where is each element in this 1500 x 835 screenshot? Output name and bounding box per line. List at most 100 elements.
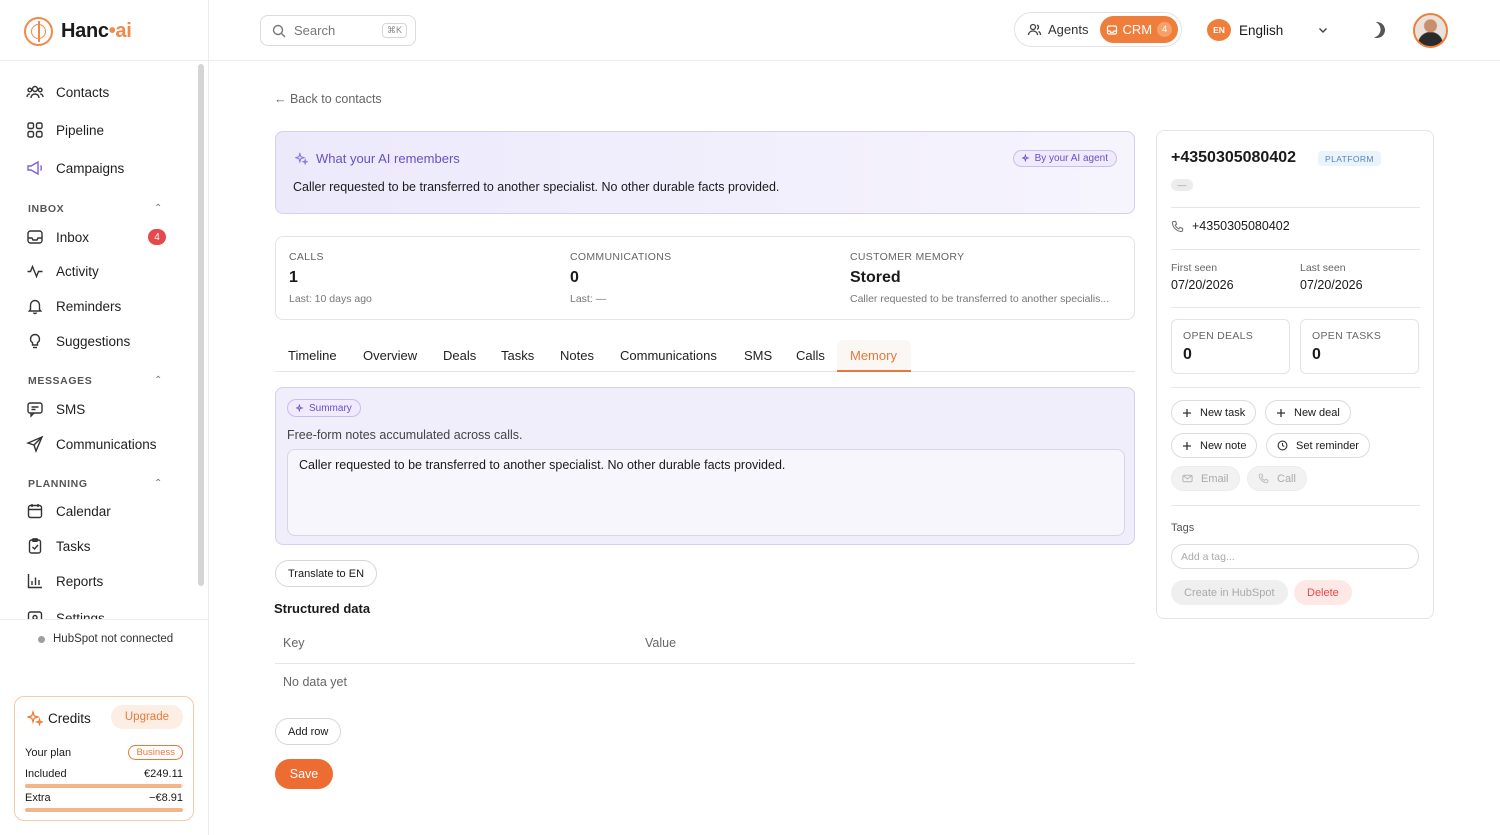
bell-icon <box>26 297 44 315</box>
sparkle-icon <box>1021 154 1031 163</box>
sidebar-item-label: Settings <box>56 610 105 620</box>
sidebar-item-label: Pipeline <box>56 122 105 138</box>
structured-data-table: Key Value No data yet <box>275 624 1135 689</box>
sidebar-item-reminders[interactable]: Reminders <box>26 295 121 317</box>
summary-textarea[interactable]: Caller requested to be transferred to an… <box>287 449 1125 536</box>
tab-notes[interactable]: Notes <box>560 348 594 363</box>
credits-title-text: Credits <box>48 710 91 726</box>
new-task-button[interactable]: New task <box>1171 400 1257 425</box>
email-button[interactable]: Email <box>1171 466 1240 491</box>
search-shortcut: ⌘K <box>381 23 407 38</box>
stat-communications: COMMUNICATIONS 0 Last: — <box>570 251 671 305</box>
ai-agent-badge-text: By your AI agent <box>1034 153 1108 164</box>
status-dot-icon <box>38 635 45 643</box>
save-button[interactable]: Save <box>275 759 333 789</box>
stat-value: Stored <box>850 269 901 286</box>
new-note-button[interactable]: New note <box>1171 433 1258 458</box>
tab-tasks[interactable]: Tasks <box>501 348 534 363</box>
bulb-icon <box>26 332 44 350</box>
ai-memory-title: What your AI remembers <box>295 151 460 166</box>
delete-button[interactable]: Delete <box>1294 580 1352 605</box>
sidebar-item-contacts[interactable]: Contacts <box>26 81 109 103</box>
chevron-down-icon <box>1317 24 1329 36</box>
new-deal-button[interactable]: New deal <box>1265 400 1351 425</box>
sparkle-icon <box>295 152 308 165</box>
sidebar-item-activity[interactable]: Activity <box>26 260 99 282</box>
ai-memory-title-text: What your AI remembers <box>316 151 460 166</box>
credits-title: Credits <box>27 710 91 726</box>
crm-button[interactable]: CRM 4 <box>1099 16 1178 43</box>
included-progress-fill <box>25 784 182 788</box>
crm-count-badge: 4 <box>1157 22 1173 37</box>
sidebar-item-label: Suggestions <box>56 333 131 349</box>
structured-data-title: Structured data <box>274 601 371 616</box>
collapse-planning-icon[interactable]: ⌃ <box>154 478 162 489</box>
ai-memory-card: What your AI remembers By your AI agent … <box>275 131 1135 214</box>
search-input[interactable]: Search ⌘K <box>260 15 416 46</box>
brand-logo[interactable]: Hanc•ai <box>24 16 132 46</box>
chart-icon <box>26 572 44 590</box>
language-select[interactable]: EN English <box>1207 19 1329 41</box>
sidebar-item-inbox[interactable]: Inbox <box>26 226 89 248</box>
divider <box>1171 249 1420 250</box>
tag-input[interactable]: Add a tag... <box>1171 544 1419 569</box>
sidebar-item-label: Contacts <box>56 84 110 100</box>
tab-calls[interactable]: Calls <box>796 348 825 363</box>
tab-timeline[interactable]: Timeline <box>288 348 337 363</box>
sidebar-item-settings[interactable]: Settings <box>26 607 105 619</box>
avatar[interactable] <box>1413 13 1448 48</box>
users-icon <box>1027 22 1042 37</box>
tab-communications[interactable]: Communications <box>620 348 717 363</box>
sidebar-item-campaigns[interactable]: Campaigns <box>26 157 124 179</box>
sidebar-item-pipeline[interactable]: Pipeline <box>26 119 104 141</box>
tab-memory[interactable]: Memory <box>850 348 897 363</box>
sidebar-item-label: Campaigns <box>56 160 125 176</box>
tab-sms[interactable]: SMS <box>744 348 772 363</box>
plan-badge: Business <box>128 745 183 760</box>
ai-memory-text: Caller requested to be transferred to an… <box>293 180 780 194</box>
tab-deals[interactable]: Deals <box>443 348 476 363</box>
add-row-button[interactable]: Add row <box>275 718 342 745</box>
create-in-hubspot-button[interactable]: Create in HubSpot <box>1171 580 1288 605</box>
agents-button[interactable]: Agents <box>1027 22 1100 37</box>
sidebar-item-sms[interactable]: SMS <box>26 398 85 420</box>
section-messages: MESSAGES <box>28 375 93 387</box>
summary-badge-text: Summary <box>309 402 352 414</box>
section-planning: PLANNING <box>28 478 88 490</box>
agents-label: Agents <box>1048 22 1089 37</box>
sidebar-item-calendar[interactable]: Calendar <box>26 500 111 522</box>
sms-icon <box>26 400 44 418</box>
call-button[interactable]: Call <box>1247 466 1307 491</box>
contacts-icon <box>26 83 44 101</box>
set-reminder-button[interactable]: Set reminder <box>1266 433 1370 458</box>
translate-button[interactable]: Translate to EN <box>275 560 378 587</box>
back-link[interactable]: ← Back to contacts <box>274 92 382 106</box>
contact-title: +4350305080402 <box>1171 149 1297 166</box>
sidebar-bottom-divider <box>0 619 209 620</box>
sidebar-scrollbar[interactable] <box>198 64 204 586</box>
collapse-messages-icon[interactable]: ⌃ <box>154 375 162 386</box>
sidebar-item-reports[interactable]: Reports <box>26 570 103 592</box>
sidebar-item-label: Inbox <box>56 229 90 245</box>
sidebar-item-label: Tasks <box>56 538 91 554</box>
sidebar-item-communications[interactable]: Communications <box>26 433 157 455</box>
moon-icon[interactable] <box>1367 20 1388 41</box>
last-seen-label: Last seen <box>1300 262 1346 274</box>
sidebar-item-suggestions[interactable]: Suggestions <box>26 330 130 352</box>
sidebar-item-tasks[interactable]: Tasks <box>26 535 91 557</box>
open-deals-label: OPEN DEALS <box>1183 330 1254 342</box>
status-placeholder-pill: — <box>1171 179 1193 191</box>
first-seen-value: 07/20/2026 <box>1171 278 1234 292</box>
call-label: Call <box>1277 472 1296 485</box>
upgrade-button[interactable]: Upgrade <box>110 705 183 729</box>
megaphone-icon <box>26 159 44 177</box>
phone-row[interactable]: +4350305080402 <box>1171 219 1290 233</box>
collapse-inbox-icon[interactable]: ⌃ <box>154 203 162 214</box>
tab-overview[interactable]: Overview <box>363 348 417 363</box>
stat-label: CALLS <box>289 251 324 263</box>
sidebar-item-label: Communications <box>56 436 157 452</box>
extra-progress-fill <box>25 808 183 812</box>
sidebar-item-label: Calendar <box>56 503 111 519</box>
sidebar-item-label: Activity <box>56 263 99 279</box>
new-note-label: New note <box>1200 439 1247 452</box>
